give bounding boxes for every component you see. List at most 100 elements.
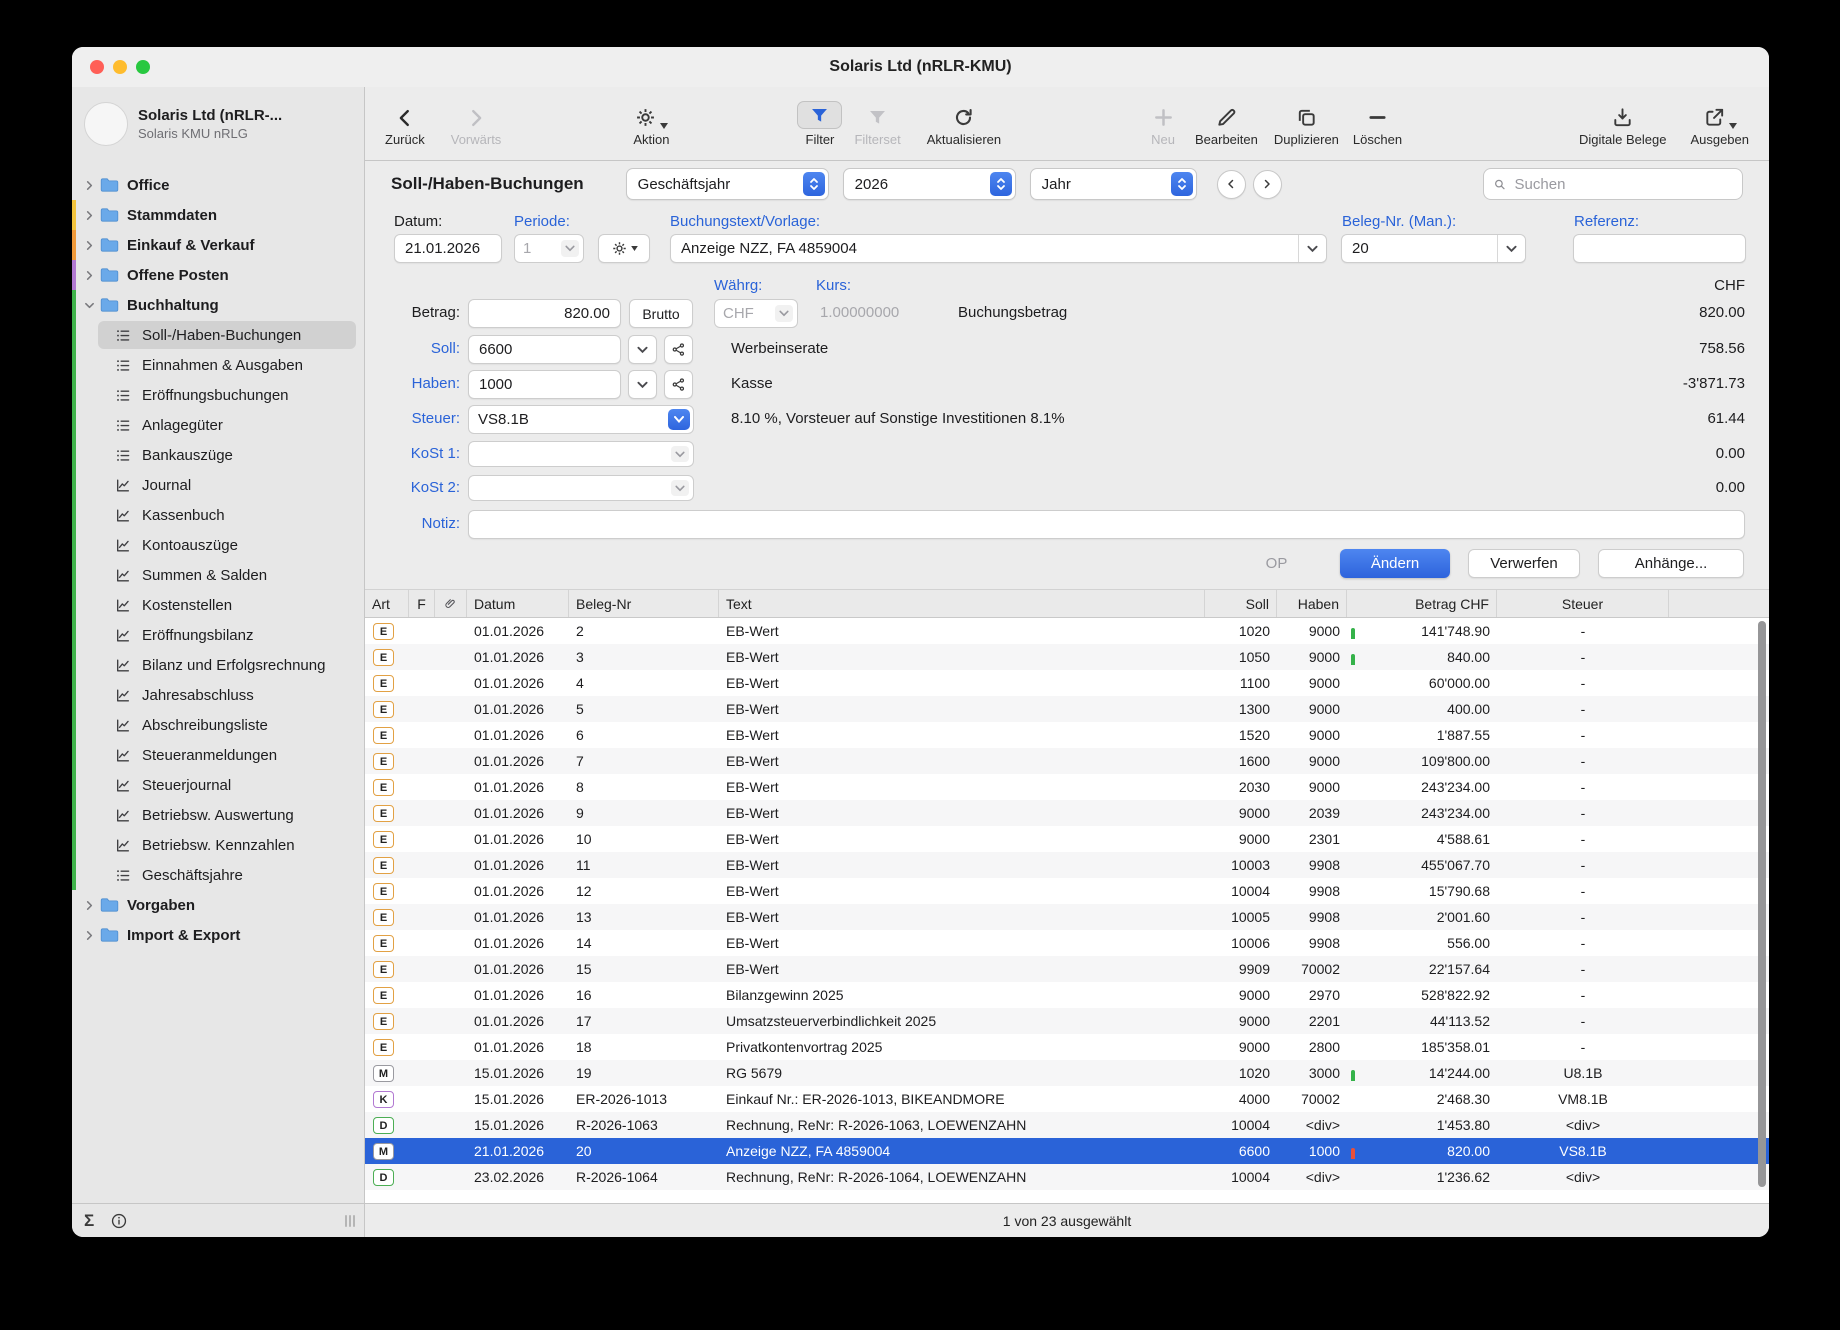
prev-period-button[interactable] xyxy=(1216,169,1246,199)
sidebar-item-buchhaltung[interactable]: Buchhaltung xyxy=(72,290,364,320)
refresh-button[interactable]: Aktualisieren xyxy=(927,101,1001,147)
col-text[interactable]: Text xyxy=(719,590,1205,617)
action-button[interactable]: Aktion xyxy=(633,101,669,147)
table-row[interactable]: E 01.01.2026 8 EB-Wert 2030 9000 243'234.00 - xyxy=(365,774,1769,800)
year-popup[interactable]: 2026 xyxy=(842,168,1016,200)
referenz-input[interactable] xyxy=(1582,239,1737,258)
forward-button[interactable]: Vorwärts xyxy=(451,101,501,147)
beleg-field[interactable] xyxy=(1341,234,1526,263)
referenz-field[interactable] xyxy=(1573,234,1746,263)
col-beleg[interactable]: Beleg-Nr xyxy=(569,590,719,617)
sidebar-item-abschreibungsliste[interactable]: Abschreibungsliste xyxy=(72,710,364,740)
form-action-button[interactable] xyxy=(598,234,650,263)
verwerfen-button[interactable]: Verwerfen xyxy=(1468,549,1580,578)
sidebar-item-jahresabschluss[interactable]: Jahresabschluss xyxy=(72,680,364,710)
sidebar-item-anlagegueter[interactable]: Anlagegüter xyxy=(72,410,364,440)
filter-button[interactable]: Filter xyxy=(797,100,843,147)
soll-accounts-button[interactable] xyxy=(664,335,693,364)
beleg-input[interactable] xyxy=(1350,239,1493,258)
col-betrag[interactable]: Betrag CHF xyxy=(1347,590,1497,617)
soll-dropdown-button[interactable] xyxy=(628,335,657,364)
table-row[interactable]: E 01.01.2026 7 EB-Wert 1600 9000 109'800.00 - xyxy=(365,748,1769,774)
sidebar-item-einnahmen-ausgaben[interactable]: Einnahmen & Ausgaben xyxy=(72,350,364,380)
dropdown-button[interactable] xyxy=(1497,235,1525,262)
op-button[interactable]: OP xyxy=(1231,549,1322,578)
table-row[interactable]: E 01.01.2026 5 EB-Wert 1300 9000 400.00 - xyxy=(365,696,1769,722)
haben-accounts-button[interactable] xyxy=(664,370,693,399)
sidebar-item-summen-salden[interactable]: Summen & Salden xyxy=(72,560,364,590)
sidebar-item-eroeffnungsbilanz[interactable]: Eröffnungsbilanz xyxy=(72,620,364,650)
table-row[interactable]: E 01.01.2026 2 EB-Wert 1020 9000 141'748.90 - xyxy=(365,618,1769,644)
chevron-right-icon[interactable] xyxy=(84,240,98,251)
table-row[interactable]: E 01.01.2026 17 Umsatzsteuerverbindlichkeit… xyxy=(365,1008,1769,1034)
col-f[interactable]: F xyxy=(409,590,435,617)
chevron-right-icon[interactable] xyxy=(84,210,98,221)
sidebar-item-steuerjournal[interactable]: Steuerjournal xyxy=(72,770,364,800)
table-row[interactable]: E 01.01.2026 6 EB-Wert 1520 9000 1'887.55 - xyxy=(365,722,1769,748)
table-row[interactable]: E 01.01.2026 18 Privatkontenvortrag 2025 900… xyxy=(365,1034,1769,1060)
period-popup[interactable]: Jahr xyxy=(1029,168,1197,200)
sidebar-item-stammdaten[interactable]: Stammdaten xyxy=(72,200,364,230)
sidebar-item-vorgaben[interactable]: Vorgaben xyxy=(72,890,364,920)
kost2-popup[interactable] xyxy=(468,475,694,501)
brutto-button[interactable]: Brutto xyxy=(629,299,693,328)
delete-button[interactable]: Löschen xyxy=(1353,101,1402,147)
sidebar-item-eroeffnungsbuchungen[interactable]: Eröffnungsbuchungen xyxy=(72,380,364,410)
chevron-right-icon[interactable] xyxy=(84,180,98,191)
info-button[interactable] xyxy=(110,1212,128,1230)
sidebar-item-office[interactable]: Office xyxy=(72,170,364,200)
buchungstext-field[interactable] xyxy=(670,234,1327,263)
haben-field[interactable] xyxy=(468,370,621,399)
buchungstext-input[interactable] xyxy=(679,239,1294,258)
table-row[interactable]: E 01.01.2026 10 EB-Wert 9000 2301 4'588.61 - xyxy=(365,826,1769,852)
kost1-popup[interactable] xyxy=(468,441,694,467)
datum-field[interactable] xyxy=(394,234,502,263)
minimize-button[interactable] xyxy=(113,60,127,74)
haben-dropdown-button[interactable] xyxy=(628,370,657,399)
datum-input[interactable] xyxy=(403,239,493,258)
sidebar-item-offene-posten[interactable]: Offene Posten xyxy=(72,260,364,290)
periode-popup[interactable]: 1 xyxy=(514,234,584,263)
table-row[interactable]: D 23.02.2026 R-2026-1064 Rechnung, ReNr: R-… xyxy=(365,1164,1769,1190)
chevron-right-icon[interactable] xyxy=(84,270,98,281)
table-row[interactable]: E 01.01.2026 12 EB-Wert 10004 9908 15'790.68 - xyxy=(365,878,1769,904)
fiscal-year-popup[interactable]: Geschäftsjahr xyxy=(625,168,829,200)
sidebar-resize-grip[interactable] xyxy=(345,1214,355,1227)
col-steuer[interactable]: Steuer xyxy=(1497,590,1669,617)
table-row[interactable]: E 01.01.2026 9 EB-Wert 9000 2039 243'234.00 - xyxy=(365,800,1769,826)
table-row[interactable]: K 15.01.2026 ER-2026-1013 Einkauf Nr.: ER-2… xyxy=(365,1086,1769,1112)
sidebar-item-betriebsw-kennzahlen[interactable]: Betriebsw. Kennzahlen xyxy=(72,830,364,860)
sidebar-item-betriebsw-auswertung[interactable]: Betriebsw. Auswertung xyxy=(72,800,364,830)
filterset-button[interactable]: Filterset xyxy=(854,101,901,147)
notiz-input[interactable] xyxy=(477,515,1736,534)
sidebar-item-soll-haben-buchungen[interactable]: Soll-/Haben-Buchungen xyxy=(72,320,364,350)
col-art[interactable]: Art xyxy=(365,590,409,617)
betrag-field[interactable] xyxy=(468,299,621,328)
duplicate-button[interactable]: Duplizieren xyxy=(1274,101,1339,147)
chevron-right-icon[interactable] xyxy=(84,930,98,941)
new-button[interactable]: Neu xyxy=(1151,101,1175,147)
aendern-button[interactable]: Ändern xyxy=(1340,549,1450,578)
sidebar-item-kostenstellen[interactable]: Kostenstellen xyxy=(72,590,364,620)
sidebar-item-kassenbuch[interactable]: Kassenbuch xyxy=(72,500,364,530)
sidebar-item-import-export[interactable]: Import & Export xyxy=(72,920,364,950)
output-button[interactable]: Ausgeben xyxy=(1690,101,1749,147)
table-row[interactable]: M 15.01.2026 19 RG 5679 1020 3000 14'244.00 U8.… xyxy=(365,1060,1769,1086)
chevron-down-icon[interactable] xyxy=(84,300,98,311)
notiz-field[interactable] xyxy=(468,510,1745,539)
table-row[interactable]: E 01.01.2026 13 EB-Wert 10005 9908 2'001.60 - xyxy=(365,904,1769,930)
sidebar-item-kontoauszuege[interactable]: Kontoauszüge xyxy=(72,530,364,560)
betrag-input[interactable] xyxy=(477,304,612,323)
table-row[interactable]: E 01.01.2026 14 EB-Wert 10006 9908 556.00 - xyxy=(365,930,1769,956)
sidebar-item-steueranmeldungen[interactable]: Steueranmeldungen xyxy=(72,740,364,770)
close-button[interactable] xyxy=(90,60,104,74)
sidebar-item-journal[interactable]: Journal xyxy=(72,470,364,500)
next-period-button[interactable] xyxy=(1252,169,1282,199)
anhaenge-button[interactable]: Anhänge... xyxy=(1598,549,1744,578)
dropdown-button[interactable] xyxy=(1298,235,1326,262)
currency-popup[interactable]: CHF xyxy=(714,299,798,328)
search-input[interactable] xyxy=(1512,174,1733,194)
table-row[interactable]: E 01.01.2026 16 Bilanzgewinn 2025 9000 2970 52… xyxy=(365,982,1769,1008)
sidebar-item-geschaeftsjahre[interactable]: Geschäftsjahre xyxy=(72,860,364,890)
haben-input[interactable] xyxy=(477,375,612,394)
